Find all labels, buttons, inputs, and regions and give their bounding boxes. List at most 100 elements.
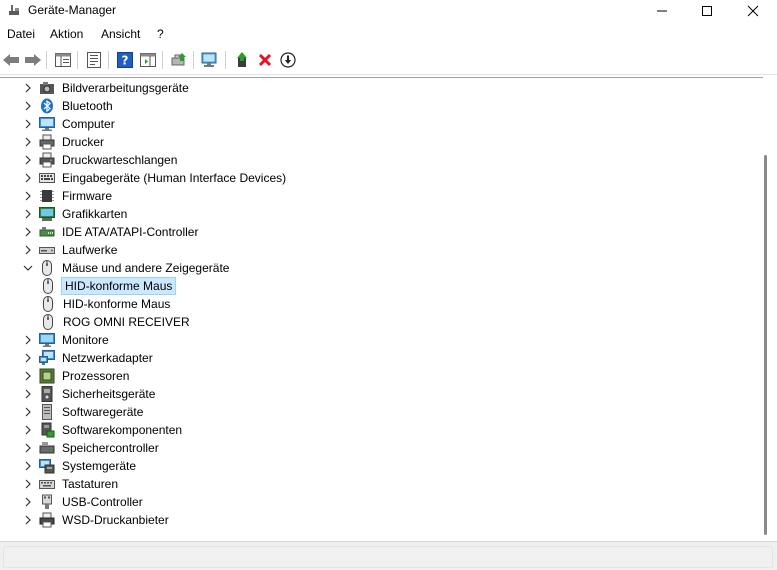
tree-category-row[interactable]: Firmware (21, 187, 114, 205)
toolbar-separator (193, 51, 194, 69)
mouse-icon (40, 296, 56, 312)
chevron-right-icon[interactable] (21, 385, 35, 403)
tree-device-row[interactable]: HID-konforme Maus (40, 295, 172, 313)
maximize-button[interactable] (684, 0, 730, 22)
chevron-right-icon[interactable] (21, 493, 35, 511)
category-label: Eingabegeräte (Human Interface Devices) (62, 171, 287, 185)
chevron-right-icon[interactable] (21, 79, 35, 97)
chevron-right-icon[interactable] (21, 403, 35, 421)
chevron-right-icon[interactable] (21, 133, 35, 151)
menu-aktion[interactable]: Aktion (50, 27, 83, 41)
chevron-right-icon[interactable] (21, 205, 35, 223)
properties-button[interactable] (84, 50, 104, 70)
chevron-right-icon[interactable] (21, 331, 35, 349)
enable-device-icon (237, 52, 247, 67)
tree-device-row[interactable]: HID-konforme Maus (40, 277, 177, 295)
category-label: Prozessoren (62, 369, 130, 383)
print-queue-icon (39, 152, 55, 168)
toolbar: ? (0, 46, 777, 75)
tree-category-row[interactable]: Bluetooth (21, 97, 115, 115)
chevron-right-icon[interactable] (21, 349, 35, 367)
tree-category-row[interactable]: Computer (21, 115, 117, 133)
device-label: ROG OMNI RECEIVER (63, 315, 190, 329)
chevron-right-icon[interactable] (21, 367, 35, 385)
window-title: Geräte-Manager (28, 3, 117, 17)
tree-category-row[interactable]: Grafikkarten (21, 205, 129, 223)
category-label: Sicherheitsgeräte (62, 387, 156, 401)
toolbar-separator (108, 51, 109, 69)
uninstall-device-button[interactable] (255, 50, 275, 70)
category-label: Laufwerke (62, 243, 118, 257)
tree-category-row[interactable]: Monitore (21, 331, 111, 349)
scan-hardware-icon (201, 52, 217, 67)
menu-ansicht[interactable]: Ansicht (101, 27, 140, 41)
scan-hardware-button[interactable] (200, 50, 220, 70)
category-label: Softwaregeräte (62, 405, 144, 419)
tree-category-row[interactable]: Bildverarbeitungsgeräte (21, 79, 191, 97)
tree-category-row[interactable]: Druckwarteschlangen (21, 151, 179, 169)
chevron-right-icon[interactable] (21, 475, 35, 493)
enable-device-button[interactable] (232, 50, 252, 70)
software-device-icon (39, 404, 55, 420)
printer-icon (39, 134, 55, 150)
tree-category-row[interactable]: Mäuse und andere Zeigegeräte (21, 259, 231, 277)
disable-device-button[interactable] (278, 50, 298, 70)
toolbar-separator (162, 51, 163, 69)
tree-category-row[interactable]: Softwaregeräte (21, 403, 145, 421)
software-component-icon (39, 422, 55, 438)
tree-category-row[interactable]: Tastaturen (21, 475, 120, 493)
scrollbar-thumb[interactable] (764, 155, 767, 535)
chevron-down-icon[interactable] (21, 259, 35, 277)
tree-category-row[interactable]: Drucker (21, 133, 106, 151)
chevron-right-icon[interactable] (21, 151, 35, 169)
chevron-right-icon[interactable] (21, 223, 35, 241)
tree-category-row[interactable]: Eingabegeräte (Human Interface Devices) (21, 169, 288, 187)
monitor-icon (39, 332, 55, 348)
chevron-right-icon[interactable] (21, 511, 35, 529)
chevron-right-icon[interactable] (21, 115, 35, 133)
tree-category-row[interactable]: Systemgeräte (21, 457, 138, 475)
title-bar: Geräte-Manager (0, 0, 777, 22)
tree-category-row[interactable]: USB-Controller (21, 493, 145, 511)
forward-button[interactable] (23, 50, 43, 70)
storage-controller-icon (39, 440, 55, 456)
chevron-right-icon[interactable] (21, 187, 35, 205)
tree-category-row[interactable]: Speichercontroller (21, 439, 161, 457)
close-button[interactable] (730, 0, 776, 22)
tree-category-row[interactable]: Softwarekomponenten (21, 421, 184, 439)
chevron-right-icon[interactable] (21, 241, 35, 259)
show-hide-tree-button[interactable] (53, 50, 73, 70)
tree-category-row[interactable]: IDE ATA/ATAPI-Controller (21, 223, 200, 241)
menu-datei[interactable]: Datei (7, 27, 35, 41)
tree-category-row[interactable]: Sicherheitsgeräte (21, 385, 157, 403)
chevron-right-icon[interactable] (21, 457, 35, 475)
chevron-right-icon[interactable] (21, 421, 35, 439)
chevron-right-icon[interactable] (21, 169, 35, 187)
display-adapter-icon (39, 206, 55, 222)
bluetooth-icon (39, 98, 55, 114)
computer-icon (39, 116, 55, 132)
help-icon: ? (117, 52, 133, 68)
tree-category-row[interactable]: Netzwerkadapter (21, 349, 155, 367)
update-driver-button[interactable] (169, 50, 189, 70)
chevron-right-icon[interactable] (21, 97, 35, 115)
mouse-icon (40, 314, 56, 330)
device-tree[interactable]: Bildverarbeitungsgeräte Bluetooth Computer… (0, 77, 763, 539)
network-adapter-icon (39, 350, 55, 366)
back-button[interactable] (1, 50, 21, 70)
menu-help[interactable]: ? (157, 27, 164, 41)
minimize-button[interactable] (639, 0, 685, 22)
camera-icon (39, 80, 55, 96)
keyboard-hid-icon (39, 170, 55, 186)
mouse-icon (39, 260, 55, 276)
category-label: Bildverarbeitungsgeräte (62, 81, 189, 95)
help-button[interactable]: ? (115, 50, 135, 70)
action-pane-button[interactable] (138, 50, 158, 70)
chevron-right-icon[interactable] (21, 439, 35, 457)
uninstall-device-icon (258, 53, 272, 67)
tree-category-row[interactable]: WSD-Druckanbieter (21, 511, 171, 529)
tree-category-row[interactable]: Laufwerke (21, 241, 119, 259)
tree-device-row[interactable]: ROG OMNI RECEIVER (40, 313, 192, 331)
properties-icon (87, 52, 101, 68)
tree-category-row[interactable]: Prozessoren (21, 367, 131, 385)
